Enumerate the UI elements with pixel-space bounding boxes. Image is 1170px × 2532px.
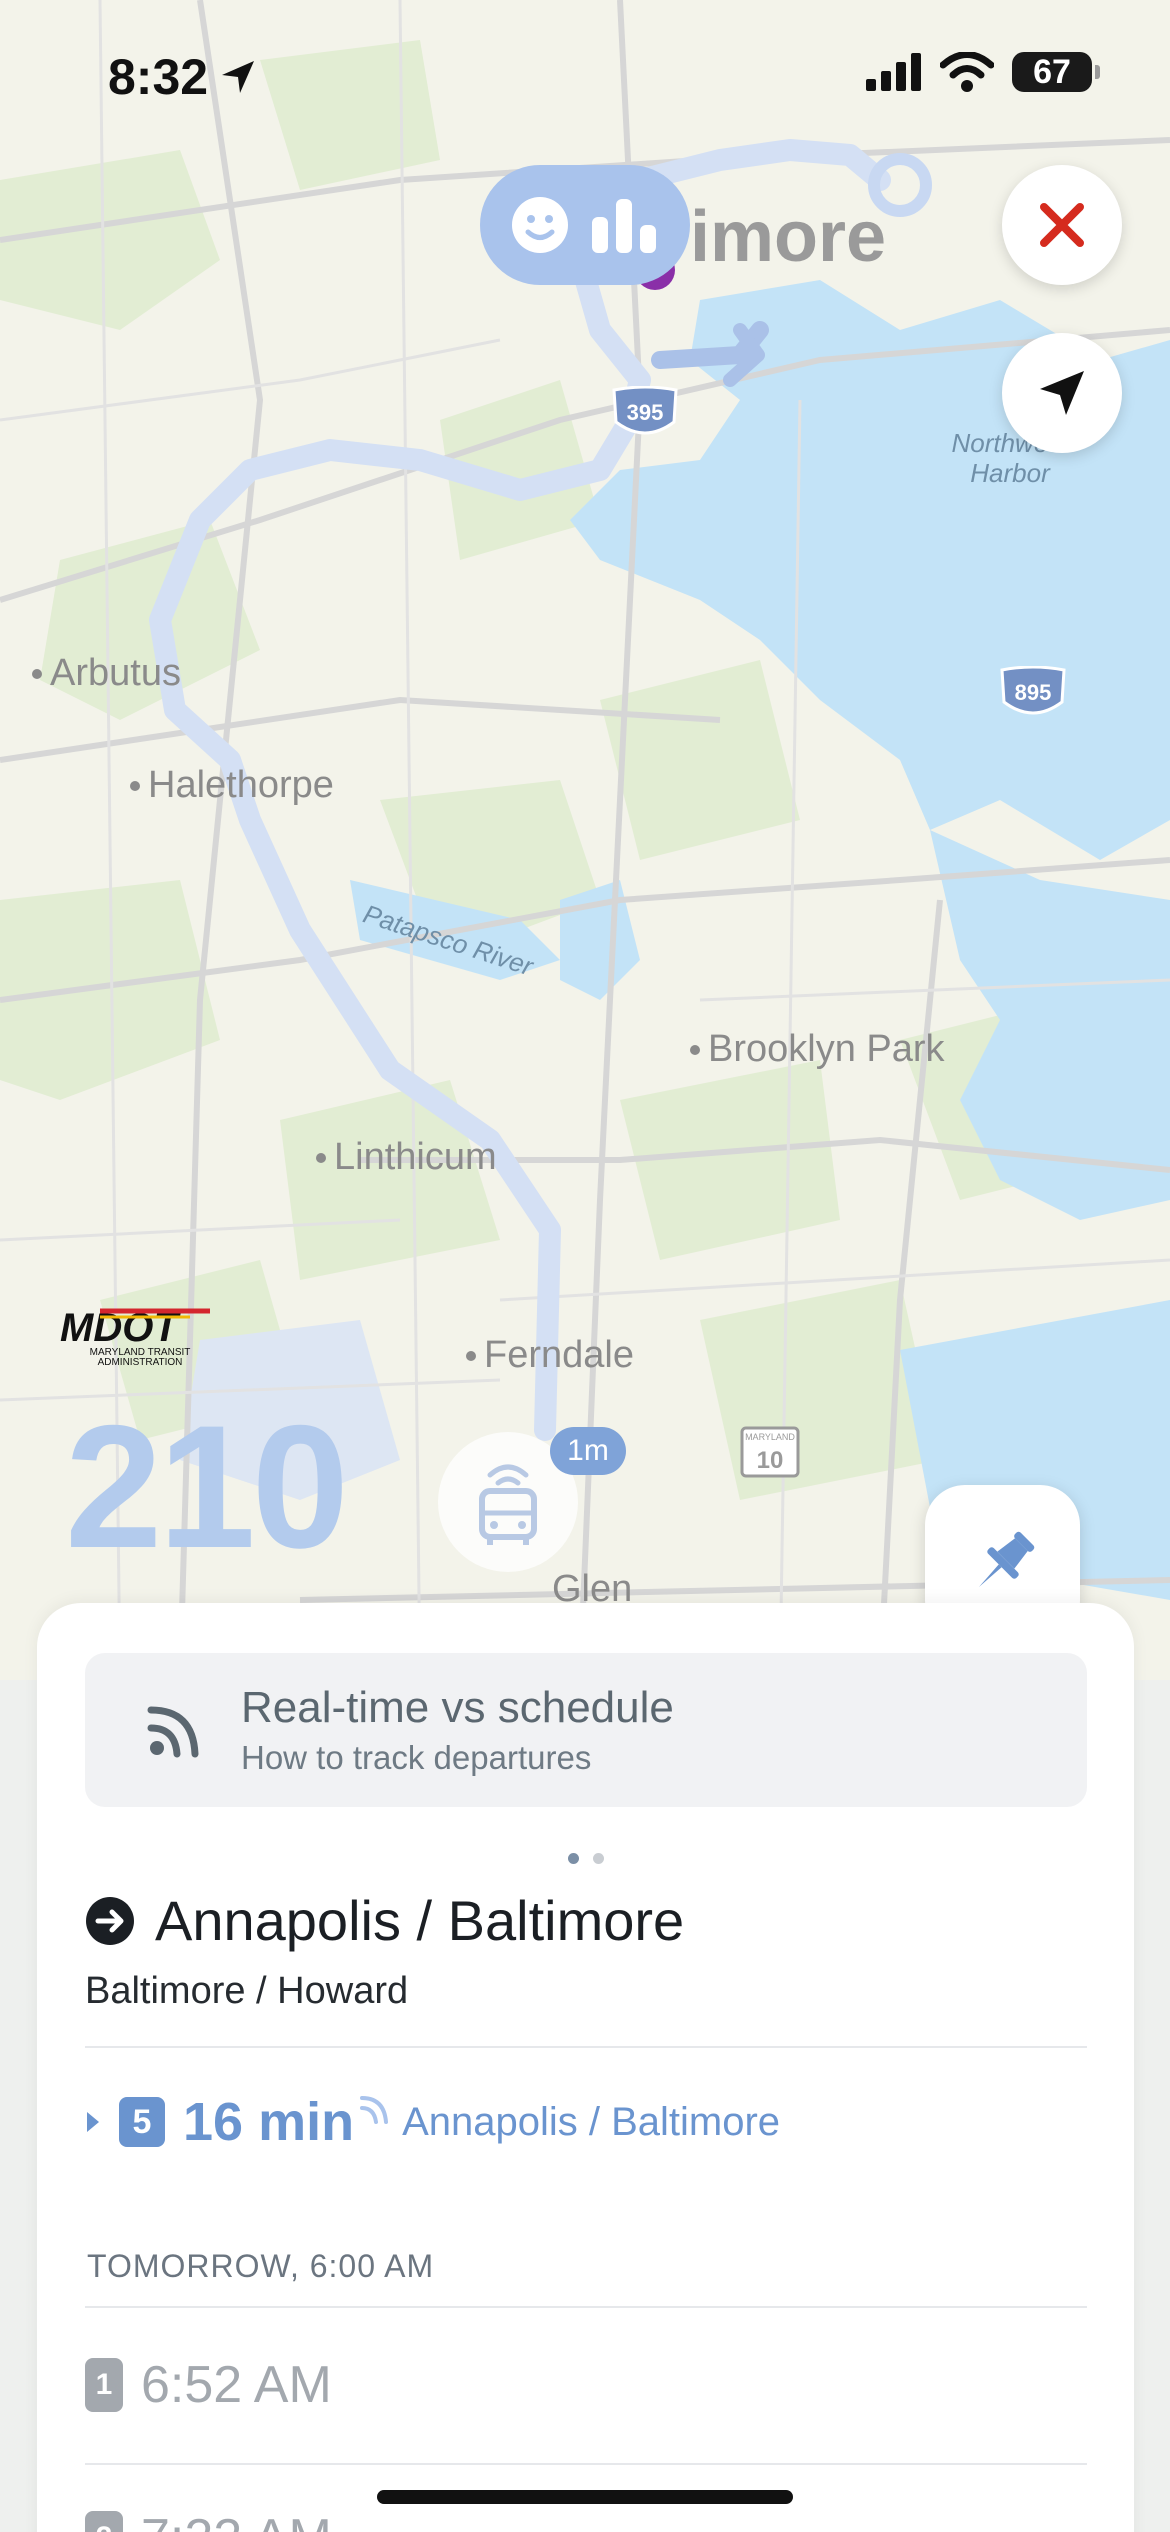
divider <box>85 2463 1087 2465</box>
home-indicator[interactable] <box>377 2490 793 2504</box>
place-baltimore: imore <box>690 196 886 278</box>
expand-arrow-icon <box>87 2112 99 2132</box>
page-dot[interactable] <box>592 1853 604 1864</box>
shield-number: 895 <box>1015 680 1052 705</box>
mta-logo-mark: MDOT MARYLAND TRANSIT ADMINISTRATION <box>60 1306 210 1368</box>
cellular-signal-icon <box>866 53 921 91</box>
status-bar: 8:32 67 <box>0 0 1170 150</box>
realtime-signal-icon <box>147 1706 199 1758</box>
close-button[interactable] <box>1002 165 1122 285</box>
realtime-info-subtitle: How to track departures <box>241 1739 592 1776</box>
place-dot <box>690 1044 700 1055</box>
interstate-395-shield: 395 <box>612 386 678 435</box>
shield-number: 395 <box>627 400 664 425</box>
stop-number-badge: 5 <box>119 2097 165 2147</box>
place-dot <box>32 668 42 679</box>
bar-chart-icon <box>592 199 656 253</box>
direction-subtitle: Baltimore / Howard <box>85 1970 409 2012</box>
mta-logo-line2: ADMINISTRATION <box>98 1357 183 1365</box>
place-label: Brooklyn Park <box>708 1028 945 1070</box>
page-indicator[interactable] <box>37 1853 1134 1864</box>
direction-arrow-icon <box>86 1896 134 1945</box>
direction-header[interactable]: Annapolis / Baltimore <box>85 1888 684 1953</box>
divider <box>85 2306 1087 2308</box>
smiley-icon <box>512 197 568 253</box>
place-dot <box>466 1350 476 1361</box>
place-halethorpe: Halethorpe <box>130 764 334 807</box>
departure-row[interactable]: 2 7:22 AM <box>85 2508 332 2532</box>
departure-time: 6:52 AM <box>141 2356 332 2414</box>
route-number: 210 <box>65 1390 349 1585</box>
realtime-info-card[interactable]: Real-time vs schedule How to track depar… <box>85 1653 1087 1807</box>
departure-time: 7:22 AM <box>141 2508 332 2532</box>
realtime-info-title: Real-time vs schedule <box>241 1683 674 1732</box>
schedule-section-header: TOMORROW, 6:00 AM <box>87 2248 435 2284</box>
place-linthicum: Linthicum <box>316 1136 497 1179</box>
md-10-shield: MARYLAND 10 <box>740 1426 800 1478</box>
locate-me-button[interactable] <box>1002 333 1122 453</box>
mta-logo: MDOT MARYLAND TRANSIT ADMINISTRATION <box>60 1305 220 1370</box>
realtime-icon-wrap <box>135 1700 215 1760</box>
place-arbutus: Arbutus <box>32 652 181 695</box>
place-ferndale: Ferndale <box>466 1334 634 1377</box>
place-label: imore <box>690 197 887 277</box>
realtime-destination: Annapolis / Baltimore <box>402 2099 781 2144</box>
realtime-departure-row[interactable]: 5 16 min Annapolis / Baltimore <box>85 2091 780 2153</box>
direction-title: Annapolis / Baltimore <box>155 1889 685 1952</box>
pin-icon <box>978 1531 1034 1587</box>
shield-number: 10 <box>757 1447 784 1474</box>
divider <box>85 2046 1087 2048</box>
place-brooklyn-park: Brooklyn Park <box>690 1028 945 1071</box>
place-label: Halethorpe <box>148 764 334 806</box>
interstate-895-shield: 895 <box>1000 666 1066 715</box>
status-indicators: 67 <box>866 52 1100 92</box>
location-services-icon <box>222 61 255 93</box>
wifi-icon <box>940 52 994 92</box>
location-arrow-icon <box>1040 371 1084 415</box>
feedback-button[interactable] <box>480 165 690 285</box>
status-time: 8:32 <box>108 48 258 106</box>
status-time-text: 8:32 <box>108 49 209 105</box>
stop-number-badge: 2 <box>85 2511 123 2532</box>
battery-indicator: 67 <box>1012 52 1100 92</box>
place-label: Ferndale <box>484 1334 634 1376</box>
close-icon <box>1040 203 1084 247</box>
stop-number-badge: 1 <box>85 2358 123 2412</box>
realtime-live-icon <box>360 2096 389 2124</box>
shield-state: MARYLAND <box>745 1432 795 1442</box>
place-dot <box>316 1152 326 1163</box>
route-details-sheet[interactable]: Real-time vs schedule How to track depar… <box>37 1603 1134 2532</box>
bus-eta-badge: 1m <box>550 1427 626 1475</box>
place-dot <box>130 780 140 791</box>
place-label: Linthicum <box>334 1136 497 1178</box>
departure-row[interactable]: 1 6:52 AM <box>85 2355 332 2415</box>
realtime-info-text: Real-time vs schedule How to track depar… <box>241 1683 674 1777</box>
bus-realtime-icon <box>479 1464 537 1545</box>
place-label: Arbutus <box>50 652 181 694</box>
page-dot-active[interactable] <box>567 1853 579 1864</box>
realtime-minutes: 16 min <box>183 2092 355 2152</box>
